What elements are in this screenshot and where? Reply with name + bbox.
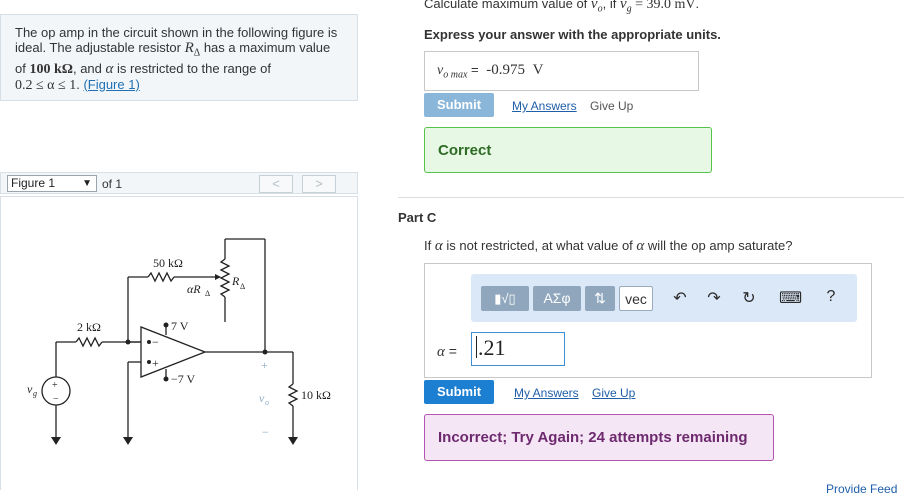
- label-alpha-r-sub: Δ: [205, 289, 210, 298]
- label-inv-input: −: [152, 335, 159, 349]
- template-button[interactable]: ▮√▯: [481, 286, 529, 311]
- label-noninv-input: +: [152, 356, 159, 370]
- figure-select[interactable]: Figure 1 ▼: [7, 175, 97, 192]
- part-b-answer-unit: V: [532, 62, 544, 78]
- math-toolbar: ▮√▯ ΑΣφ ⇅ vec ↶ ↷ ↻ ⌨ ?: [471, 274, 857, 322]
- help-icon[interactable]: ?: [821, 288, 841, 306]
- dropdown-caret-icon: ▼: [82, 178, 92, 189]
- label-vo-sub: o: [265, 398, 269, 407]
- part-b-answer-value: -0.975: [486, 62, 525, 78]
- label-vg-sub: g: [33, 389, 37, 398]
- part-b-give-up: Give Up: [590, 99, 634, 113]
- part-c-input-panel: ▮√▯ ΑΣφ ⇅ vec ↶ ↷ ↻ ⌨ ? α = .21: [424, 263, 872, 378]
- figure-link[interactable]: (Figure 1): [83, 77, 139, 92]
- label-alpha-r: αR: [187, 282, 201, 296]
- problem-line-3: of 100 kΩ, and α is restricted to the ra…: [15, 60, 271, 77]
- part-c-submit-button[interactable]: Submit: [424, 380, 494, 404]
- label-out-plus: +: [261, 358, 268, 372]
- section-divider: [398, 197, 904, 198]
- provide-feedback-link[interactable]: Provide Feed: [826, 482, 897, 496]
- keyboard-icon[interactable]: ⌨: [779, 288, 802, 308]
- part-c-title: Part C: [398, 210, 437, 225]
- label-r-delta: R: [231, 274, 240, 288]
- label-pos-supply: 7 V: [171, 319, 189, 333]
- arrows-button[interactable]: ⇅: [585, 286, 615, 311]
- greek-symbols-button[interactable]: ΑΣφ: [533, 286, 581, 311]
- part-b-prompt: Calculate maximum value of vo, if vg = 3…: [424, 0, 700, 15]
- part-c-my-answers-link[interactable]: My Answers: [514, 386, 579, 400]
- alpha-label: α =: [437, 343, 457, 360]
- figure-count: of 1: [102, 177, 123, 191]
- label-src-plus: +: [52, 380, 58, 391]
- next-figure-button[interactable]: >: [302, 175, 336, 193]
- part-c-feedback-incorrect: Incorrect; Try Again; 24 attempts remain…: [424, 414, 774, 461]
- prev-figure-button[interactable]: <: [259, 175, 293, 193]
- part-b-my-answers-link[interactable]: My Answers: [512, 99, 577, 113]
- part-b-submit-button[interactable]: Submit: [424, 93, 494, 117]
- figure-nav-bar: Figure 1 ▼ of 1 < >: [0, 172, 358, 194]
- label-neg-supply: −7 V: [171, 372, 196, 386]
- vector-button[interactable]: vec: [619, 286, 653, 311]
- label-out-minus: −: [262, 425, 269, 439]
- reset-icon[interactable]: ↻: [739, 288, 759, 308]
- part-b-answer-box: vo max = -0.975 V: [424, 51, 699, 91]
- part-c-give-up-link[interactable]: Give Up: [592, 386, 635, 400]
- part-b-feedback-correct: Correct: [424, 127, 712, 173]
- problem-statement: The op amp in the circuit shown in the f…: [0, 14, 358, 101]
- label-src-minus: −: [53, 394, 59, 405]
- problem-line-1: The op amp in the circuit shown in the f…: [15, 25, 338, 40]
- redo-icon[interactable]: ↷: [704, 288, 724, 308]
- label-50k: 50 kΩ: [153, 256, 183, 270]
- figure-panel: 50 kΩ αR Δ R Δ 2 kΩ 7 V −7 V − + v g + −…: [0, 196, 358, 490]
- undo-icon[interactable]: ↶: [670, 288, 690, 308]
- circuit-diagram: 50 kΩ αR Δ R Δ 2 kΩ 7 V −7 V − + v g + −…: [27, 238, 331, 445]
- label-r-delta-sub: Δ: [240, 282, 245, 291]
- part-b-instructions: Express your answer with the appropriate…: [424, 27, 721, 42]
- label-2k: 2 kΩ: [77, 320, 101, 334]
- problem-line-4: 0.2 ≤ α ≤ 1. (Figure 1): [15, 76, 140, 93]
- part-c-question: If α is not restricted, at what value of…: [424, 238, 793, 254]
- text-cursor: [476, 336, 477, 358]
- label-10k: 10 kΩ: [301, 388, 331, 402]
- alpha-answer-input[interactable]: .21: [471, 332, 565, 366]
- problem-line-2: ideal. The adjustable resistor RΔ has a …: [15, 40, 331, 59]
